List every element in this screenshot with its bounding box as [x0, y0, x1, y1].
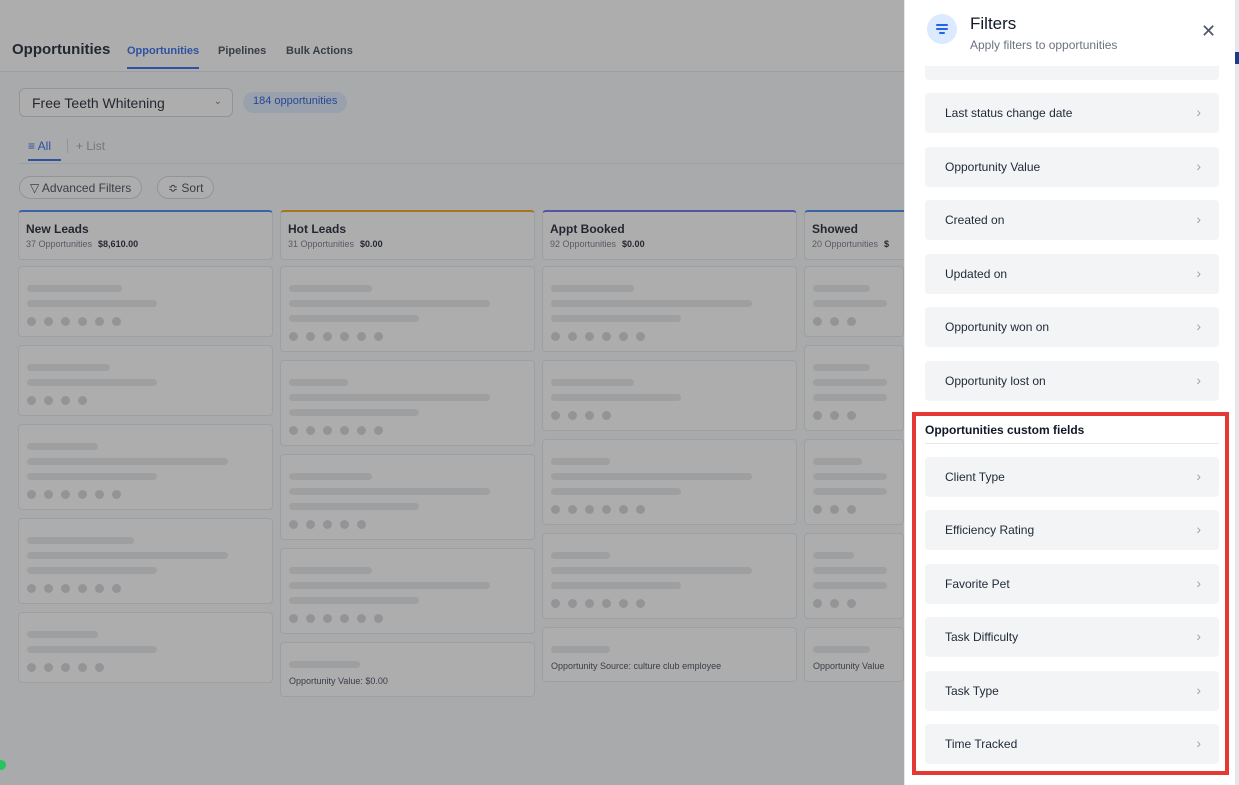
chevron-right-icon: ›	[1196, 211, 1201, 227]
filter-label: Opportunity lost on	[945, 374, 1046, 388]
filters-title: Filters	[970, 14, 1017, 33]
filter-updated-on[interactable]: Updated on ›	[925, 254, 1219, 294]
filter-label: Opportunity Value	[945, 160, 1041, 174]
filter-opportunity-value[interactable]: Opportunity Value ›	[925, 147, 1219, 187]
filter-label: Last status change date	[945, 106, 1073, 120]
chevron-right-icon: ›	[1196, 265, 1201, 281]
scroll-indicator	[1235, 52, 1239, 64]
chevron-right-icon: ›	[1196, 372, 1201, 388]
filter-opportunity-won-on[interactable]: Opportunity won on ›	[925, 307, 1219, 347]
chevron-right-icon: ›	[1196, 318, 1201, 334]
filter-label: Created on	[945, 213, 1005, 227]
filter-icon	[927, 14, 957, 44]
close-icon[interactable]: ✕	[1201, 22, 1216, 40]
filters-subtitle: Apply filters to opportunities	[970, 38, 1118, 52]
filters-header: Filters Apply filters to opportunities ✕	[905, 0, 1235, 66]
chevron-right-icon: ›	[1196, 104, 1201, 120]
filter-label: Updated on	[945, 267, 1008, 281]
chevron-right-icon: ›	[1196, 158, 1201, 174]
custom-fields-highlight	[912, 412, 1229, 775]
filter-opportunity-lost-on[interactable]: Opportunity lost on ›	[925, 361, 1219, 401]
filter-label: Opportunity won on	[945, 320, 1050, 334]
filter-created-on[interactable]: Created on ›	[925, 200, 1219, 240]
filter-last-status-change-date[interactable]: Last status change date ›	[925, 93, 1219, 133]
scroll-edge	[1235, 0, 1239, 785]
